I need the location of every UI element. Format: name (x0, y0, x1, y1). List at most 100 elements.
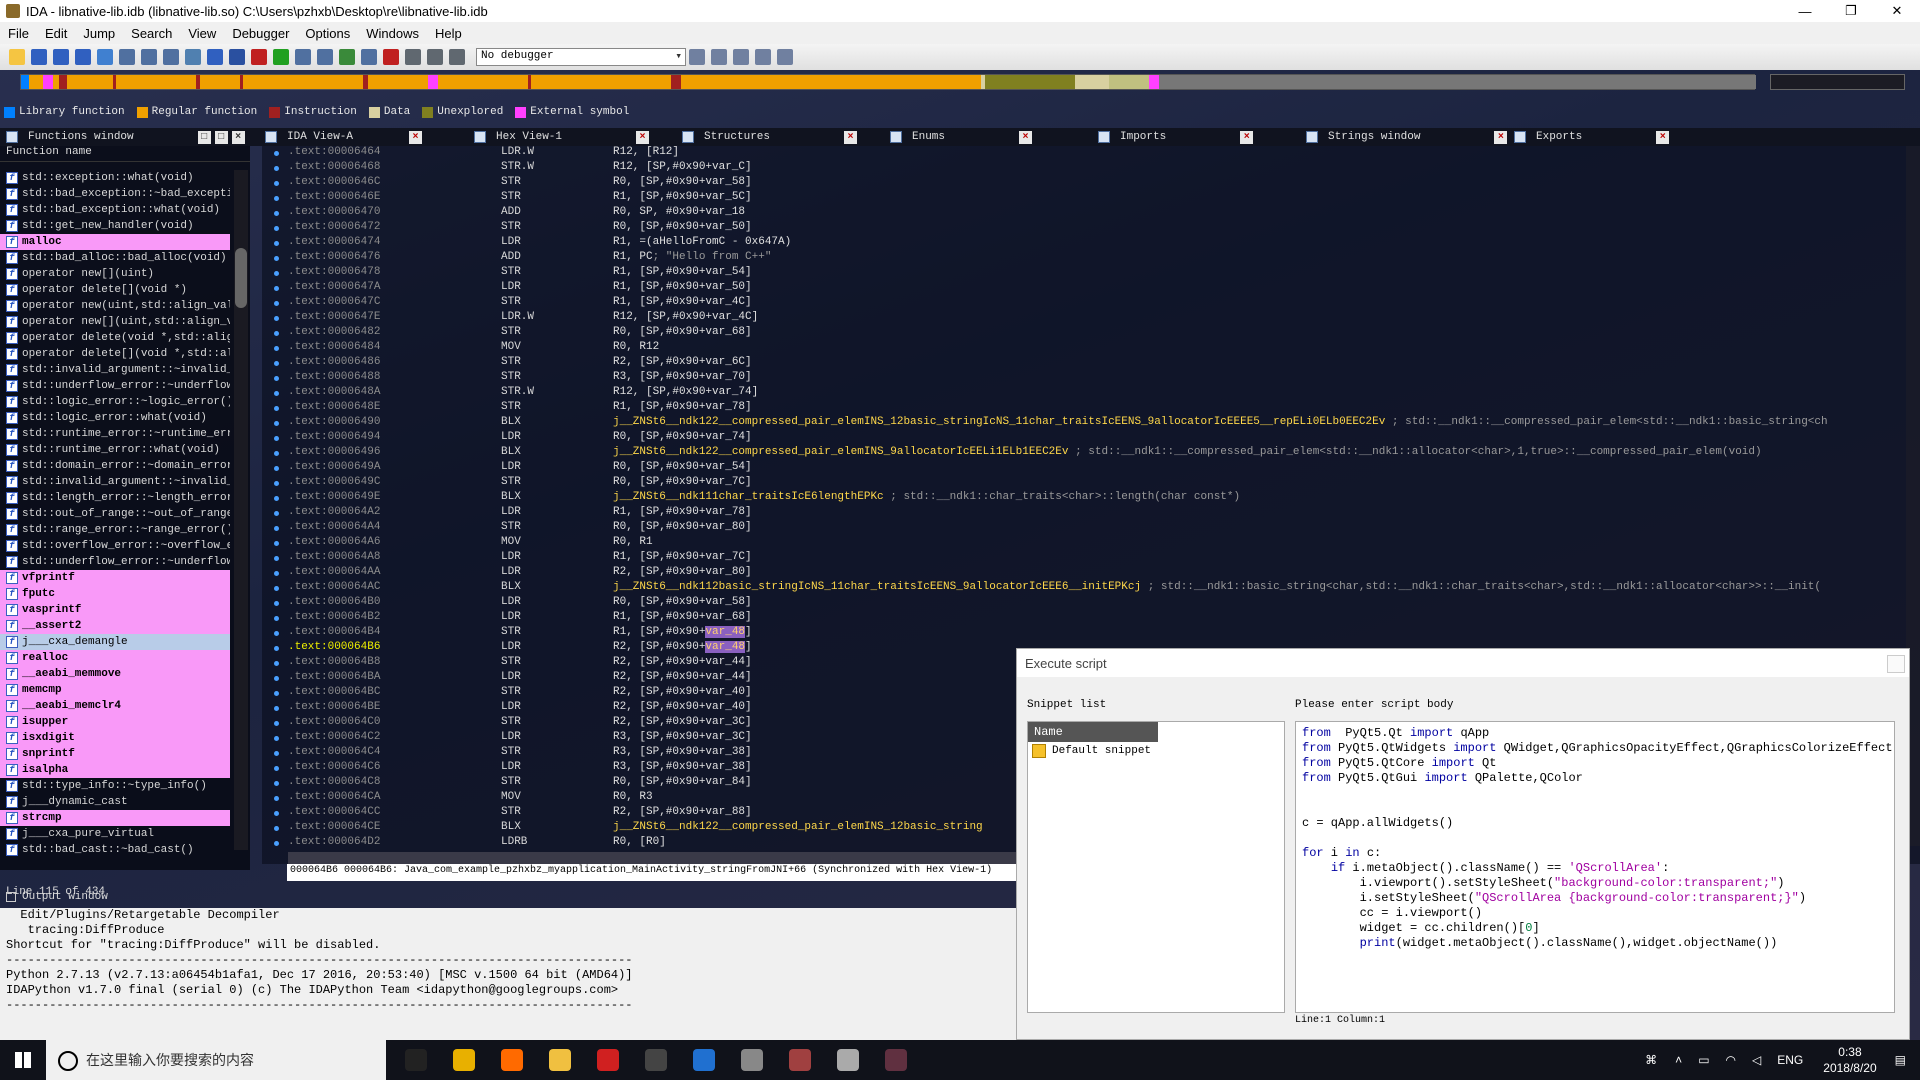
breakpoint-dot[interactable] (274, 376, 279, 381)
navigation-band-scroll[interactable] (1770, 74, 1905, 90)
disasm-call-target[interactable]: j__ZNSt6__ndk122__compressed_pair_elemIN… (613, 446, 1068, 458)
function-row[interactable]: f std::bad_alloc::bad_alloc(void) (0, 250, 230, 266)
breakpoint-dot[interactable] (274, 811, 279, 816)
disasm-call-target[interactable]: j__ZNSt6__ndk122__compressed_pair_elemIN… (613, 821, 983, 833)
disasm-line[interactable]: .text:00006486 STR R2, [SP,#0x90+var_6C] (288, 356, 752, 371)
function-row[interactable]: f std::get_new_handler(void) (0, 218, 230, 234)
toolbar-patch-icon[interactable] (339, 49, 355, 65)
breakpoint-dot[interactable] (274, 766, 279, 771)
start-button[interactable] (0, 1040, 46, 1080)
disasm-line[interactable]: .text:0000646E STR R1, [SP,#0x90+var_5C] (288, 191, 752, 206)
toolbar-graph-icon[interactable] (97, 49, 113, 65)
functions-window-float-icon[interactable]: □ (214, 130, 228, 144)
taskbar-firefox[interactable] (492, 1040, 532, 1080)
network-icon[interactable]: ◠ (1726, 1053, 1736, 1067)
breakpoint-dot[interactable] (274, 526, 279, 531)
debug-detach-icon[interactable] (711, 49, 727, 65)
tab-enums[interactable]: Enums × (890, 128, 1033, 146)
function-row[interactable]: f std::type_info::~type_info() (0, 778, 230, 794)
disasm-line[interactable]: .text:000064A6 MOV R0, R1 (288, 536, 653, 551)
tab-close-icon[interactable]: × (1494, 130, 1508, 144)
function-row[interactable]: f memcmp (0, 682, 230, 698)
disasm-line[interactable]: .text:000064BA LDR R2, [SP,#0x90+var_44] (288, 671, 752, 686)
navigation-band[interactable] (20, 74, 1756, 90)
ime-icon[interactable]: ⌘ (1645, 1053, 1657, 1067)
function-row[interactable]: f operator new[](uint,std::align_val (0, 314, 230, 330)
disasm-line[interactable]: .text:0000647A LDR R1, [SP,#0x90+var_50] (288, 281, 752, 296)
disasm-line[interactable]: .text:000064AA LDR R2, [SP,#0x90+var_80] (288, 566, 752, 581)
function-row[interactable]: f realloc (0, 650, 230, 666)
function-row[interactable]: f std::overflow_error::~overflow_err (0, 538, 230, 554)
menu-debugger[interactable]: Debugger (224, 26, 297, 41)
toolbar-run-icon[interactable] (229, 49, 245, 65)
tab-ida-view-a[interactable]: IDA View-A × (265, 128, 423, 146)
function-row[interactable]: f std::runtime_error::what(void) (0, 442, 230, 458)
function-row[interactable]: f operator delete[](void *,std::alig (0, 346, 230, 362)
taskbar-file-explorer[interactable] (540, 1040, 580, 1080)
function-row[interactable]: f fputc (0, 586, 230, 602)
toolbar-enum-icon[interactable] (141, 49, 157, 65)
breakpoint-dot[interactable] (274, 691, 279, 696)
tab-hex-view-1[interactable]: Hex View-1 × (474, 128, 650, 146)
function-row[interactable]: f std::invalid_argument::~invalid_ar (0, 474, 230, 490)
disasm-line[interactable]: .text:0000647C STR R1, [SP,#0x90+var_4C] (288, 296, 752, 311)
breakpoint-gutter[interactable] (274, 146, 280, 856)
breakpoint-dot[interactable] (274, 211, 279, 216)
tab-imports[interactable]: Imports × (1098, 128, 1254, 146)
breakpoint-dot[interactable] (274, 436, 279, 441)
function-row[interactable]: f std::exception::what(void) (0, 170, 230, 186)
function-row[interactable]: f __aeabi_memclr4 (0, 698, 230, 714)
function-row[interactable]: f strcmp (0, 810, 230, 826)
script-editor[interactable]: from PyQt5.Qt import qApp from PyQt5.QtWi… (1295, 721, 1895, 1013)
disasm-line[interactable]: .text:0000648E STR R1, [SP,#0x90+var_78] (288, 401, 752, 416)
disasm-line[interactable]: .text:000064CC STR R2, [SP,#0x90+var_88] (288, 806, 752, 821)
tab-close-icon[interactable]: × (636, 130, 650, 144)
disasm-line[interactable]: .text:0000649E BLX j__ZNSt6__ndk111char_tr… (288, 491, 1240, 506)
disasm-line[interactable]: .text:00006478 STR R1, [SP,#0x90+var_54] (288, 266, 752, 281)
disasm-line[interactable]: .text:00006488 STR R3, [SP,#0x90+var_70] (288, 371, 752, 386)
taskbar-vscode[interactable] (684, 1040, 724, 1080)
breakpoint-dot[interactable] (274, 511, 279, 516)
debug-break-icon[interactable] (733, 49, 749, 65)
debug-stop-icon[interactable] (449, 49, 465, 65)
function-row[interactable]: f vfprintf (0, 570, 230, 586)
function-row[interactable]: f j___dynamic_cast (0, 794, 230, 810)
function-row[interactable]: f std::bad_cast::~bad_cast() (0, 842, 230, 858)
clock[interactable]: 0:38 2018/8/20 (1823, 1044, 1876, 1076)
toolbar-abort-icon[interactable] (251, 49, 267, 65)
disasm-line[interactable]: .text:000064C0 STR R2, [SP,#0x90+var_3C] (288, 716, 752, 731)
disasm-line[interactable]: .text:000064CE BLX j__ZNSt6__ndk122__compr… (288, 821, 983, 836)
disasm-line[interactable]: .text:000064AC BLX j__ZNSt6__ndk112basic_s… (288, 581, 1821, 596)
breakpoint-dot[interactable] (274, 646, 279, 651)
toolbar-struct-icon[interactable] (119, 49, 135, 65)
function-row[interactable]: f std::logic_error::what(void) (0, 410, 230, 426)
disasm-line[interactable]: .text:000064A4 STR R0, [SP,#0x90+var_80] (288, 521, 752, 536)
minimize-button[interactable]: — (1782, 0, 1828, 22)
taskbar-ida[interactable] (828, 1040, 868, 1080)
function-row[interactable]: f vasprintf (0, 602, 230, 618)
function-row[interactable]: f snprintf (0, 746, 230, 762)
functions-scroll-thumb[interactable] (235, 248, 247, 308)
disasm-line[interactable]: .text:00006482 STR R0, [SP,#0x90+var_68] (288, 326, 752, 341)
function-row[interactable]: f isupper (0, 714, 230, 730)
function-row[interactable]: f j___cxa_demangle (0, 634, 230, 650)
toolbar-green-icon[interactable] (273, 49, 289, 65)
taskbar-search[interactable]: 在这里输入你要搜索的内容 (46, 1040, 386, 1080)
disasm-line[interactable]: .text:00006476 ADD R1, PC; "Hello from C++… (288, 251, 771, 266)
toolbar-jump-icon[interactable] (317, 49, 333, 65)
tab-close-icon[interactable]: × (1240, 130, 1254, 144)
debug-bp-icon[interactable] (755, 49, 771, 65)
breakpoint-dot[interactable] (274, 556, 279, 561)
function-row[interactable]: f std::range_error::~range_error() (0, 522, 230, 538)
breakpoint-dot[interactable] (274, 316, 279, 321)
tab-close-icon[interactable]: × (844, 130, 858, 144)
tab-exports[interactable]: Exports × (1514, 128, 1670, 146)
disasm-line[interactable]: .text:000064A2 LDR R1, [SP,#0x90+var_78] (288, 506, 752, 521)
breakpoint-dot[interactable] (274, 346, 279, 351)
toolbar-forward-icon[interactable] (75, 49, 91, 65)
breakpoint-dot[interactable] (274, 226, 279, 231)
disasm-line[interactable]: .text:000064D2 LDRB R0, [R0] (288, 836, 666, 851)
function-row[interactable]: f std::bad_exception::~bad_exception (0, 186, 230, 202)
breakpoint-dot[interactable] (274, 781, 279, 786)
toolbar-back-icon[interactable] (53, 49, 69, 65)
